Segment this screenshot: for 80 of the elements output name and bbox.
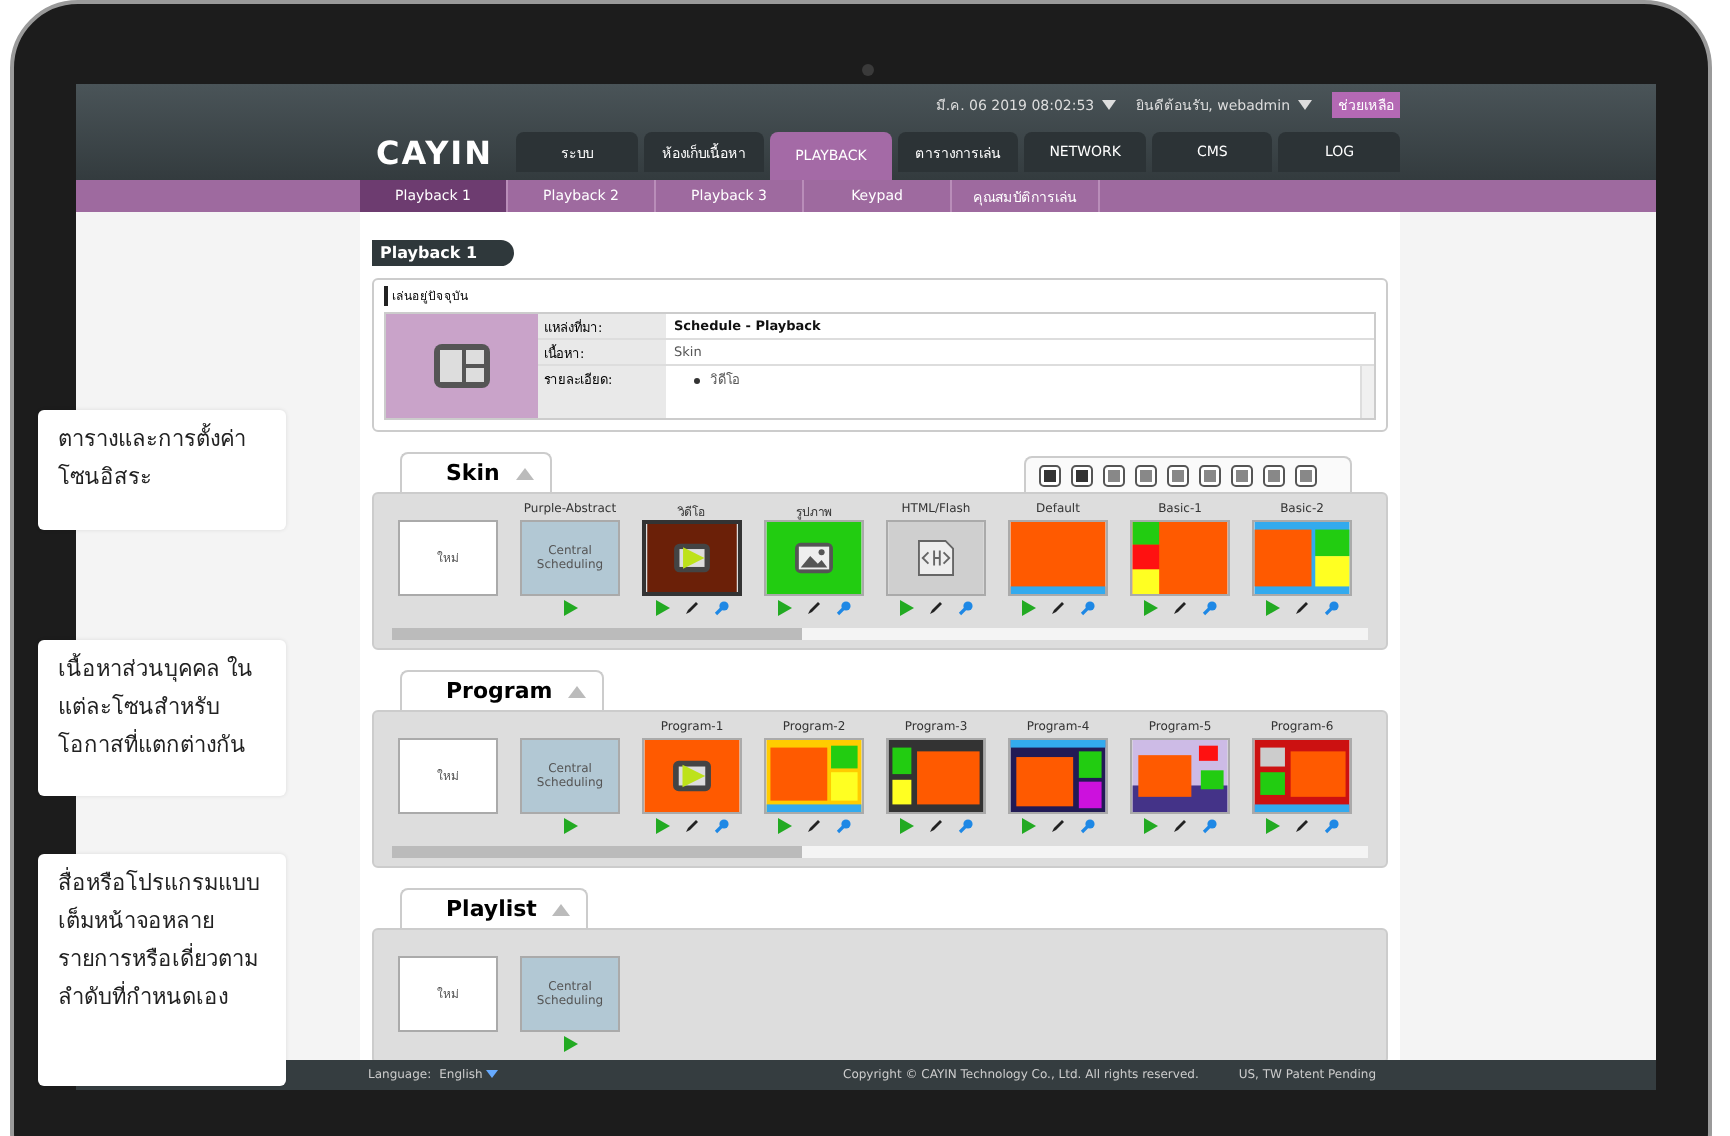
callout-text: สื่อหรือโปรแกรมแบบเต็มหน้าจอหลายรายการหรือเดี่ยวตามลำดับที่กำหนดเอง [38, 854, 286, 1086]
layout-thumbnail[interactable] [1130, 738, 1230, 814]
layout-thumbnail[interactable] [1008, 520, 1108, 596]
layout-thumbnail[interactable] [886, 520, 986, 596]
layout-thumbnail[interactable] [1008, 738, 1108, 814]
play-icon[interactable] [899, 600, 913, 616]
play-icon[interactable] [655, 600, 669, 616]
tool-icon[interactable] [1070, 464, 1094, 488]
caret-icon[interactable] [1298, 99, 1312, 109]
search-icon[interactable] [835, 818, 851, 834]
logo: CAYIN [374, 133, 496, 171]
layout-thumbnail[interactable] [642, 520, 742, 596]
scrollbar[interactable] [1360, 366, 1374, 418]
play-icon[interactable] [1265, 600, 1279, 616]
scrollbar[interactable] [390, 844, 1370, 860]
camera-dot [862, 64, 874, 76]
section-tab[interactable]: Playlist [400, 888, 545, 928]
layout-icon [432, 342, 492, 390]
search-icon[interactable] [835, 600, 851, 616]
play-icon[interactable] [777, 818, 791, 834]
play-icon[interactable] [777, 600, 791, 616]
tool-icon[interactable] [1294, 464, 1318, 488]
layout-thumbnail[interactable] [1252, 738, 1352, 814]
layout-thumbnail[interactable] [642, 738, 742, 814]
callout-text: ตารางและการตั้งค่าโซนอิสระ [38, 410, 286, 530]
search-icon[interactable] [1201, 600, 1217, 616]
layout-thumbnail[interactable] [886, 738, 986, 814]
pencil-icon[interactable] [927, 600, 943, 616]
tool-icon[interactable] [1102, 464, 1126, 488]
tool-icon[interactable] [1262, 464, 1286, 488]
pencil-icon[interactable] [805, 818, 821, 834]
play-icon[interactable] [1021, 818, 1035, 834]
pencil-icon[interactable] [1049, 600, 1065, 616]
play-icon[interactable] [1021, 600, 1035, 616]
search-icon[interactable] [1079, 600, 1095, 616]
play-icon[interactable] [899, 818, 913, 834]
callout-text: เนื้อหาส่วนบุคคล ในแต่ละโซนสำหรับโอกาสที่แตกต่างกัน [38, 640, 286, 796]
pencil-icon[interactable] [683, 600, 699, 616]
scrollbar[interactable] [390, 626, 1370, 642]
play-icon[interactable] [563, 600, 577, 616]
page-title: Playback 1 [372, 240, 514, 266]
layout-thumbnail[interactable] [1130, 520, 1230, 596]
tool-icon[interactable] [1166, 464, 1190, 488]
collapse-icon[interactable] [552, 903, 571, 915]
search-icon[interactable] [1323, 600, 1339, 616]
layout-thumbnail[interactable] [764, 738, 864, 814]
search-icon[interactable] [713, 600, 729, 616]
caret-icon[interactable] [486, 1070, 499, 1078]
search-icon[interactable] [957, 818, 973, 834]
pencil-icon[interactable] [683, 818, 699, 834]
tool-icon[interactable] [1230, 464, 1254, 488]
pencil-icon[interactable] [805, 600, 821, 616]
search-icon[interactable] [1079, 818, 1095, 834]
layout-thumbnail[interactable] [1252, 520, 1352, 596]
play-icon[interactable] [563, 818, 577, 834]
pencil-icon[interactable] [1293, 600, 1309, 616]
search-icon[interactable] [1201, 818, 1217, 834]
section-tab[interactable]: Skin [400, 452, 508, 492]
search-icon[interactable] [957, 600, 973, 616]
tool-icon[interactable] [1038, 464, 1062, 488]
caret-icon[interactable] [1102, 99, 1117, 109]
bullet-icon [694, 377, 700, 383]
pencil-icon[interactable] [1293, 818, 1309, 834]
collapse-icon[interactable] [515, 467, 534, 479]
play-icon[interactable] [655, 818, 669, 834]
tool-icon[interactable] [1134, 464, 1158, 488]
collapse-icon[interactable] [568, 685, 587, 697]
pencil-icon[interactable] [1171, 818, 1187, 834]
play-icon[interactable] [1265, 818, 1279, 834]
search-icon[interactable] [1323, 818, 1339, 834]
play-icon[interactable] [1143, 818, 1157, 834]
section-tab[interactable]: Program [400, 670, 561, 710]
pencil-icon[interactable] [927, 818, 943, 834]
pencil-icon[interactable] [1049, 818, 1065, 834]
play-icon[interactable] [563, 1036, 577, 1052]
layout-thumbnail[interactable] [764, 520, 864, 596]
pencil-icon[interactable] [1171, 600, 1187, 616]
play-icon[interactable] [1143, 600, 1157, 616]
tool-icon[interactable] [1198, 464, 1222, 488]
search-icon[interactable] [713, 818, 729, 834]
